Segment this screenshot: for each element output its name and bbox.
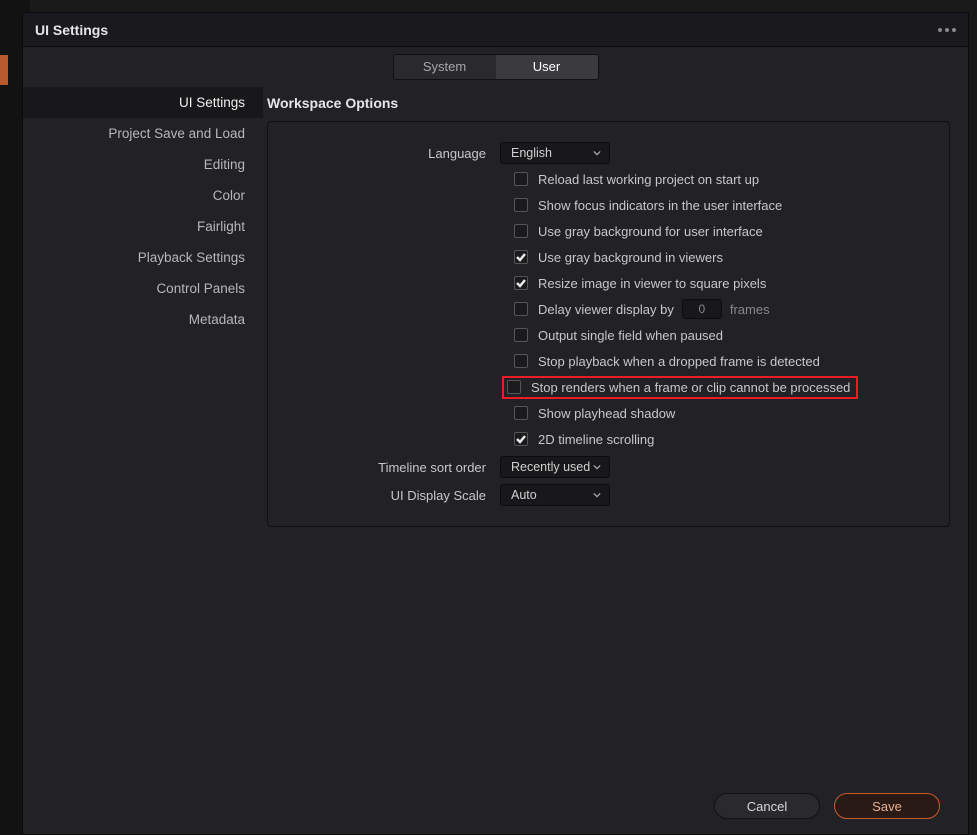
content-area: Workspace Options Language English Reloa… — [263, 87, 968, 834]
label-stop-renders: Stop renders when a frame or clip cannot… — [531, 380, 850, 395]
label-sort: Timeline sort order — [290, 460, 500, 475]
checkbox-playhead-shadow[interactable] — [514, 406, 528, 420]
label-gray-viewers: Use gray background in viewers — [538, 250, 723, 265]
settings-panel: UI Settings System User UI Settings Proj… — [22, 12, 969, 835]
sidebar-item-project-save[interactable]: Project Save and Load — [23, 118, 263, 149]
row-delay: Delay viewer display by frames — [290, 296, 927, 322]
row-single-field: Output single field when paused — [290, 322, 927, 348]
label-single-field: Output single field when paused — [538, 328, 723, 343]
row-playhead-shadow: Show playhead shadow — [290, 400, 927, 426]
checkbox-gray-viewers[interactable] — [514, 250, 528, 264]
sidebar-item-ui-settings[interactable]: UI Settings — [23, 87, 263, 118]
tab-user[interactable]: User — [496, 55, 598, 79]
row-stop-dropped: Stop playback when a dropped frame is de… — [290, 348, 927, 374]
row-timeline-scroll: 2D timeline scrolling — [290, 426, 927, 452]
sidebar: UI Settings Project Save and Load Editin… — [23, 87, 263, 834]
highlight-stop-renders: Stop renders when a frame or clip cannot… — [502, 376, 858, 399]
row-focus: Show focus indicators in the user interf… — [290, 192, 927, 218]
sidebar-item-metadata[interactable]: Metadata — [23, 304, 263, 335]
row-gray-ui: Use gray background for user interface — [290, 218, 927, 244]
label-scale: UI Display Scale — [290, 488, 500, 503]
tab-group: System User — [393, 54, 599, 80]
cancel-button[interactable]: Cancel — [714, 793, 820, 819]
select-sort-value: Recently used — [511, 460, 590, 474]
label-language: Language — [290, 146, 500, 161]
row-sort: Timeline sort order Recently used — [290, 454, 927, 480]
window-title: UI Settings — [35, 22, 938, 38]
input-delay-frames[interactable] — [682, 299, 722, 319]
label-focus: Show focus indicators in the user interf… — [538, 198, 782, 213]
sidebar-item-control-panels[interactable]: Control Panels — [23, 273, 263, 304]
tabs-bar: System User — [23, 47, 968, 87]
label-stop-dropped: Stop playback when a dropped frame is de… — [538, 354, 820, 369]
label-delay: Delay viewer display by — [538, 302, 674, 317]
row-language: Language English — [290, 140, 927, 166]
label-reload: Reload last working project on start up — [538, 172, 759, 187]
row-reload: Reload last working project on start up — [290, 166, 927, 192]
checkbox-delay[interactable] — [514, 302, 528, 316]
row-resize: Resize image in viewer to square pixels — [290, 270, 927, 296]
options-menu-icon[interactable] — [938, 28, 956, 32]
checkbox-timeline-scroll[interactable] — [514, 432, 528, 446]
save-button[interactable]: Save — [834, 793, 940, 819]
checkbox-gray-ui[interactable] — [514, 224, 528, 238]
section-title: Workspace Options — [267, 87, 950, 121]
panel-body: UI Settings Project Save and Load Editin… — [23, 87, 968, 834]
sidebar-item-playback[interactable]: Playback Settings — [23, 242, 263, 273]
sidebar-item-editing[interactable]: Editing — [23, 149, 263, 180]
label-delay-unit: frames — [730, 302, 770, 317]
chevron-down-icon — [593, 149, 601, 157]
checkbox-stop-dropped[interactable] — [514, 354, 528, 368]
select-language[interactable]: English — [500, 142, 610, 164]
checkbox-single-field[interactable] — [514, 328, 528, 342]
select-scale-value: Auto — [511, 488, 537, 502]
footer: Cancel Save — [23, 778, 968, 834]
row-gray-viewers: Use gray background in viewers — [290, 244, 927, 270]
select-sort[interactable]: Recently used — [500, 456, 610, 478]
options-box: Language English Reload last working pro… — [267, 121, 950, 527]
label-gray-ui: Use gray background for user interface — [538, 224, 763, 239]
row-stop-renders: Stop renders when a frame or clip cannot… — [290, 374, 927, 400]
checkbox-focus[interactable] — [514, 198, 528, 212]
sidebar-item-fairlight[interactable]: Fairlight — [23, 211, 263, 242]
titlebar: UI Settings — [23, 13, 968, 47]
label-playhead-shadow: Show playhead shadow — [538, 406, 675, 421]
checkbox-resize[interactable] — [514, 276, 528, 290]
select-scale[interactable]: Auto — [500, 484, 610, 506]
chevron-down-icon — [593, 463, 601, 471]
row-scale: UI Display Scale Auto — [290, 482, 927, 508]
tab-system[interactable]: System — [394, 55, 496, 79]
checkbox-stop-renders[interactable] — [507, 380, 521, 394]
select-language-value: English — [511, 146, 552, 160]
chevron-down-icon — [593, 491, 601, 499]
label-resize: Resize image in viewer to square pixels — [538, 276, 766, 291]
sidebar-item-color[interactable]: Color — [23, 180, 263, 211]
label-timeline-scroll: 2D timeline scrolling — [538, 432, 654, 447]
checkbox-reload[interactable] — [514, 172, 528, 186]
